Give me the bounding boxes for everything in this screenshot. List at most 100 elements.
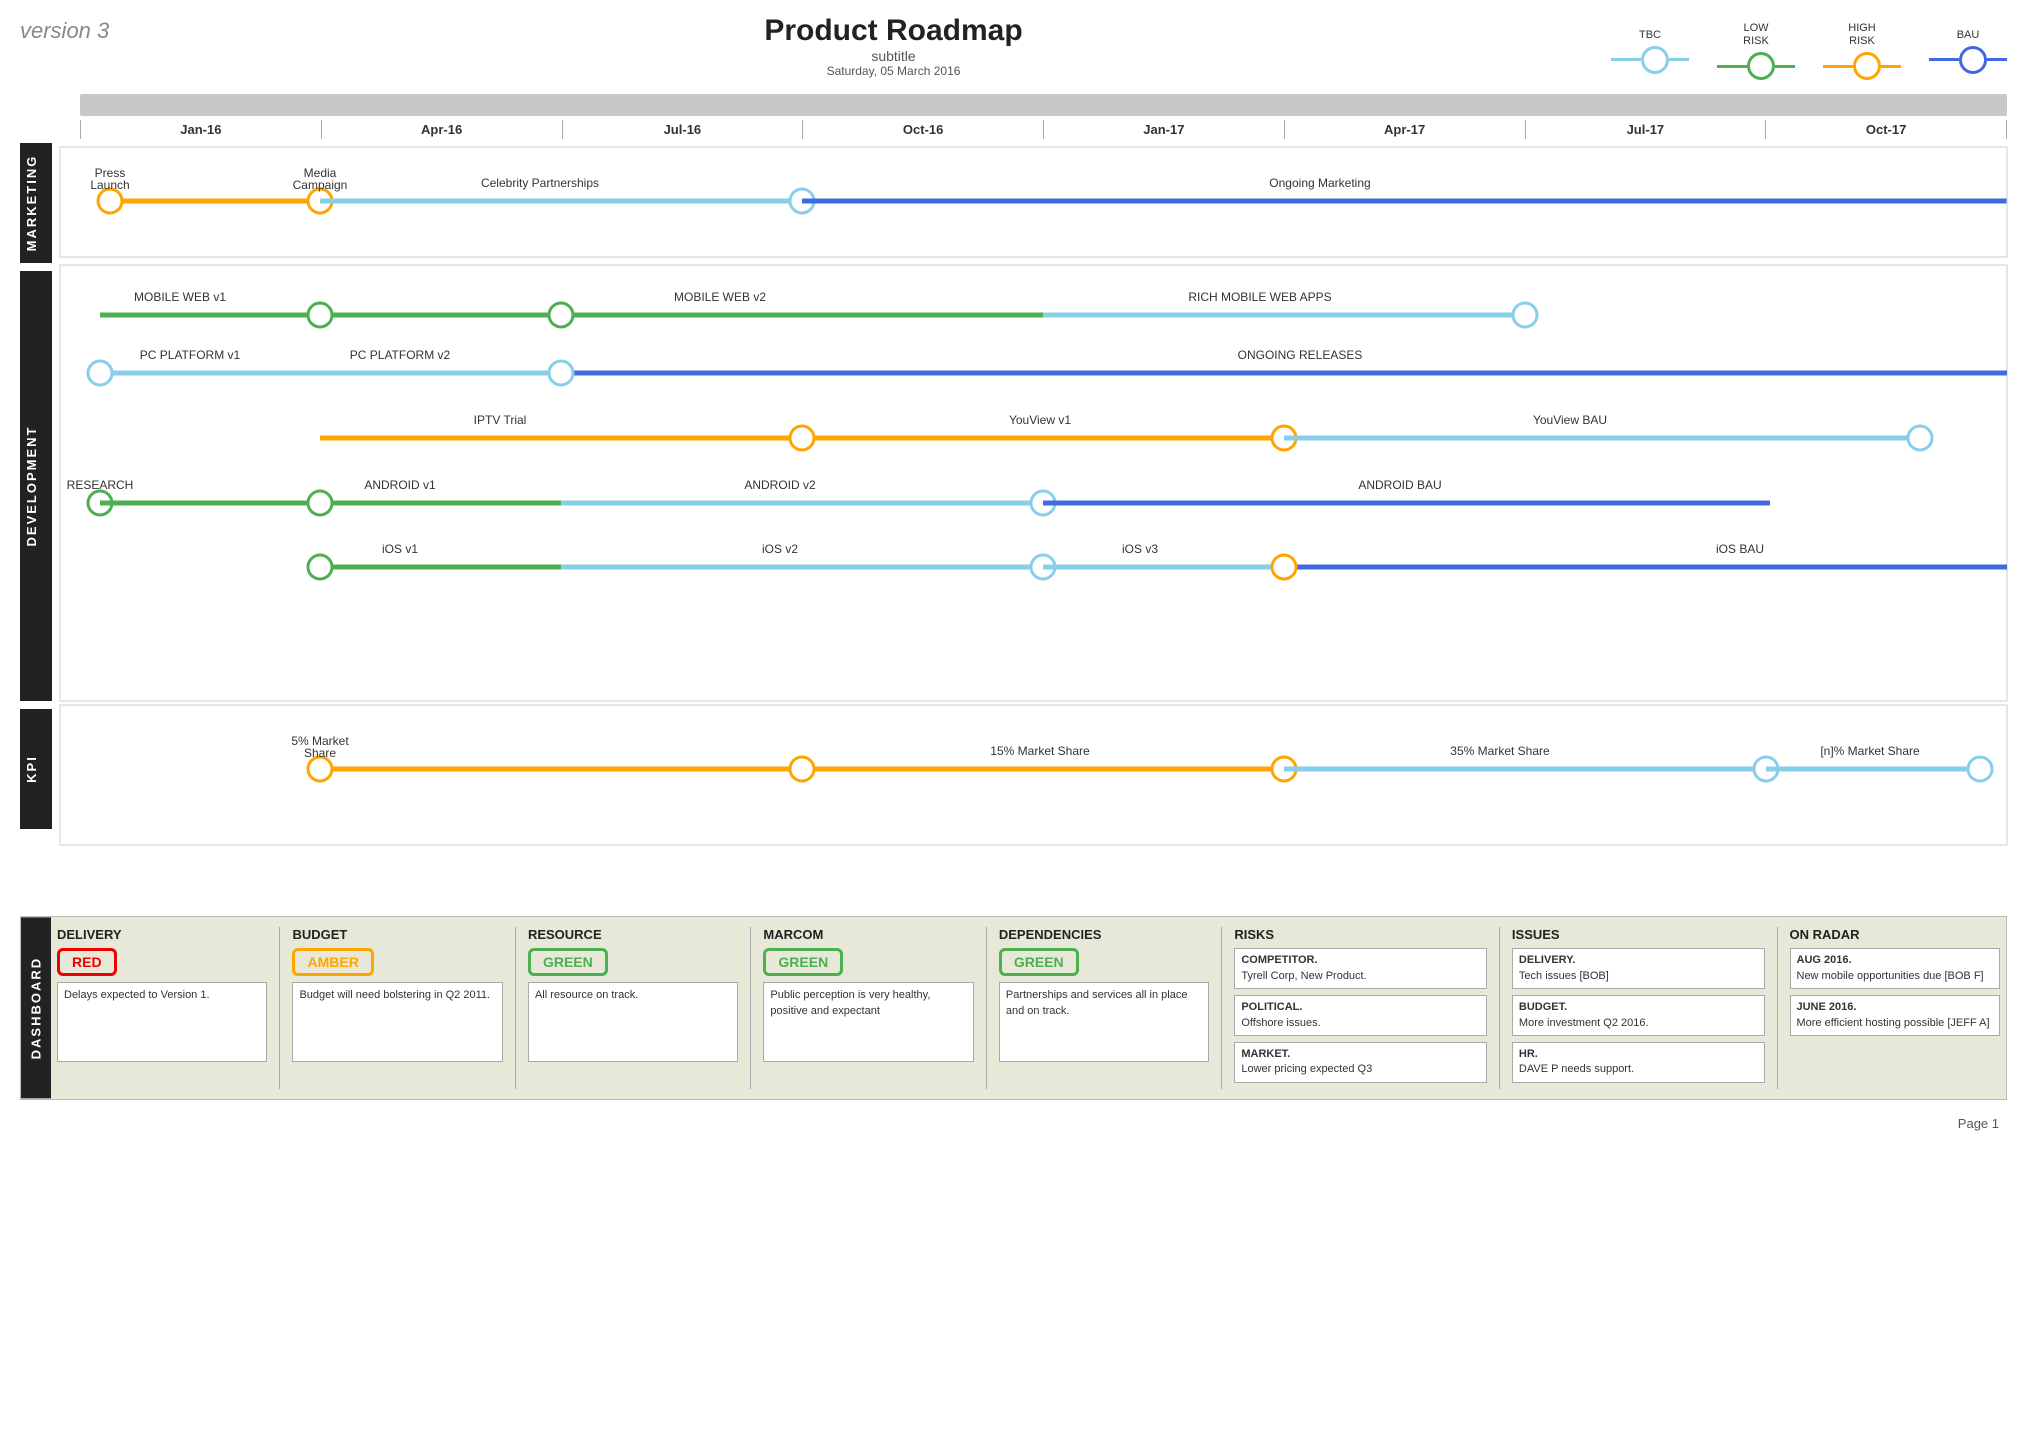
marcom-badge: GREEN [763, 948, 843, 976]
issues-card: ISSUES DELIVERY. Tech issues [BOB] BUDGE… [1512, 927, 1765, 1088]
divider-6 [1499, 927, 1500, 1088]
on-radar-card: ON RADAR AUG 2016. New mobile opportunit… [1790, 927, 2000, 1088]
date: Saturday, 05 March 2016 [200, 64, 1587, 78]
issue-3-text: DAVE P needs support. [1519, 1063, 1634, 1075]
marketing-label-campaign: Campaign [293, 178, 348, 192]
youview-v1-label: YouView v1 [1009, 413, 1071, 427]
kpi-15pct-label: 15% Market Share [990, 744, 1090, 758]
timeline-container: Jan-16 Apr-16 Jul-16 Oct-16 Jan-17 Apr-1… [0, 94, 2027, 139]
risk-3-text: Lower pricing expected Q3 [1241, 1063, 1372, 1075]
marcom-card: MARCOM GREEN Public perception is very h… [763, 927, 973, 1088]
issue-item-2: BUDGET. More investment Q2 2016. [1512, 995, 1765, 1036]
delivery-badge: RED [57, 948, 117, 976]
page-number: Page 1 [0, 1110, 2027, 1137]
legend-line-bau [1929, 58, 1959, 61]
legend-line-wrap-tbc [1611, 46, 1689, 74]
legend-circle-tbc [1641, 46, 1669, 74]
radar-item-2: JUNE 2016. More efficient hosting possib… [1790, 995, 2000, 1036]
delivery-card: DELIVERY RED Delays expected to Version … [57, 927, 267, 1088]
subtitle: subtitle [200, 48, 1587, 64]
dashboard-content: DELIVERY RED Delays expected to Version … [51, 917, 2006, 1098]
legend-circle-low [1747, 52, 1775, 80]
roadmap-svg: MARKETING DEVELOPMENT KPI Press Launch M… [20, 143, 2007, 903]
android-v1-label: ANDROID v1 [364, 478, 436, 492]
marketing-label-ongoing: Ongoing Marketing [1269, 176, 1370, 190]
dependencies-title: DEPENDENCIES [999, 927, 1209, 942]
roadmap-svg-container: MARKETING DEVELOPMENT KPI Press Launch M… [0, 143, 2027, 906]
radar-1-text: New mobile opportunities due [BOB F] [1797, 970, 1984, 982]
android-bau-label: ANDROID BAU [1358, 478, 1441, 492]
kpi-npct-dot [1968, 757, 1992, 781]
legend-line-tbc [1611, 58, 1641, 61]
risk-item-2: POLITICAL. Offshore issues. [1234, 995, 1487, 1036]
development-border [60, 265, 2007, 701]
risk-1-title: COMPETITOR. [1241, 954, 1317, 966]
divider-3 [750, 927, 751, 1088]
legend-line-low2 [1775, 65, 1795, 68]
legend-item-bau: BAU [1929, 29, 2007, 74]
legend-line-low [1717, 65, 1747, 68]
mobile-web-v1-dot [308, 303, 332, 327]
legend-line-wrap-high-risk [1823, 52, 1901, 80]
rich-mobile-label: RICH MOBILE WEB APPS [1188, 290, 1331, 304]
radar-item-1: AUG 2016. New mobile opportunities due [… [1790, 948, 2000, 989]
issue-1-title: DELIVERY. [1519, 954, 1575, 966]
risks-card: RISKS COMPETITOR. Tyrell Corp, New Produ… [1234, 927, 1487, 1088]
risks-title: RISKS [1234, 927, 1487, 942]
divider-2 [515, 927, 516, 1088]
month-oct17: Oct-17 [1765, 120, 2007, 139]
pc-v1-label: PC PLATFORM v1 [140, 348, 241, 362]
ios-bau-label: iOS BAU [1716, 542, 1764, 556]
risk-2-title: POLITICAL. [1241, 1001, 1302, 1013]
risk-2-text: Offshore issues. [1241, 1017, 1320, 1029]
dependencies-badge: GREEN [999, 948, 1079, 976]
ios-v1-label: iOS v1 [382, 542, 418, 556]
legend-line-wrap-low-risk [1717, 52, 1795, 80]
month-oct16: Oct-16 [802, 120, 1043, 139]
risk-1-text: Tyrell Corp, New Product. [1241, 970, 1366, 982]
resource-badge: GREEN [528, 948, 608, 976]
budget-title: BUDGET [292, 927, 502, 942]
dashboard-wrapper: DASHBOARD DELIVERY RED Delays expected t… [20, 916, 2007, 1099]
marcom-title: MARCOM [763, 927, 973, 942]
legend-line-high2 [1881, 65, 1901, 68]
timeline-bar [80, 94, 2007, 116]
pc-v1-dot [88, 361, 112, 385]
pc-v2-dot [549, 361, 573, 385]
iptv-label: IPTV Trial [474, 413, 527, 427]
pc-v2-label: PC PLATFORM v2 [350, 348, 451, 362]
legend-label-tbc: TBC [1639, 29, 1661, 42]
iptv-dot [790, 426, 814, 450]
delivery-title: DELIVERY [57, 927, 267, 942]
budget-text: Budget will need bolstering in Q2 2011. [292, 982, 502, 1062]
issue-item-3: HR. DAVE P needs support. [1512, 1042, 1765, 1083]
marketing-dot-1 [98, 189, 122, 213]
legend-label-high-risk: HIGHRISK [1848, 22, 1876, 48]
kpi-npct-label: [n]% Market Share [1820, 744, 1920, 758]
legend-line-tbc2 [1669, 58, 1689, 61]
rich-mobile-dot [1513, 303, 1537, 327]
divider-4 [986, 927, 987, 1088]
issue-2-text: More investment Q2 2016. [1519, 1017, 1649, 1029]
risk-3-title: MARKET. [1241, 1048, 1290, 1060]
budget-card: BUDGET AMBER Budget will need bolstering… [292, 927, 502, 1088]
month-jul17: Jul-17 [1525, 120, 1766, 139]
legend-line-bau2 [1987, 58, 2007, 61]
timeline-months: Jan-16 Apr-16 Jul-16 Oct-16 Jan-17 Apr-1… [80, 120, 2007, 139]
month-apr17: Apr-17 [1284, 120, 1525, 139]
legend-item-high-risk: HIGHRISK [1823, 22, 1901, 80]
kpi-label: KPI [24, 756, 39, 784]
ios-v1-dot [308, 555, 332, 579]
ios-v3-label: iOS v3 [1122, 542, 1158, 556]
legend-line-wrap-bau [1929, 46, 2007, 74]
issue-2-title: BUDGET. [1519, 1001, 1567, 1013]
mobile-web-v2-dot [549, 303, 573, 327]
resource-title: RESOURCE [528, 927, 738, 942]
kpi-border [60, 705, 2007, 845]
youview-bau-dot [1908, 426, 1932, 450]
legend-circle-bau [1959, 46, 1987, 74]
mobile-web-v2-label: MOBILE WEB v2 [674, 290, 766, 304]
android-v1-dot [308, 491, 332, 515]
delivery-text: Delays expected to Version 1. [57, 982, 267, 1062]
ongoing-releases-label: ONGOING RELEASES [1238, 348, 1363, 362]
